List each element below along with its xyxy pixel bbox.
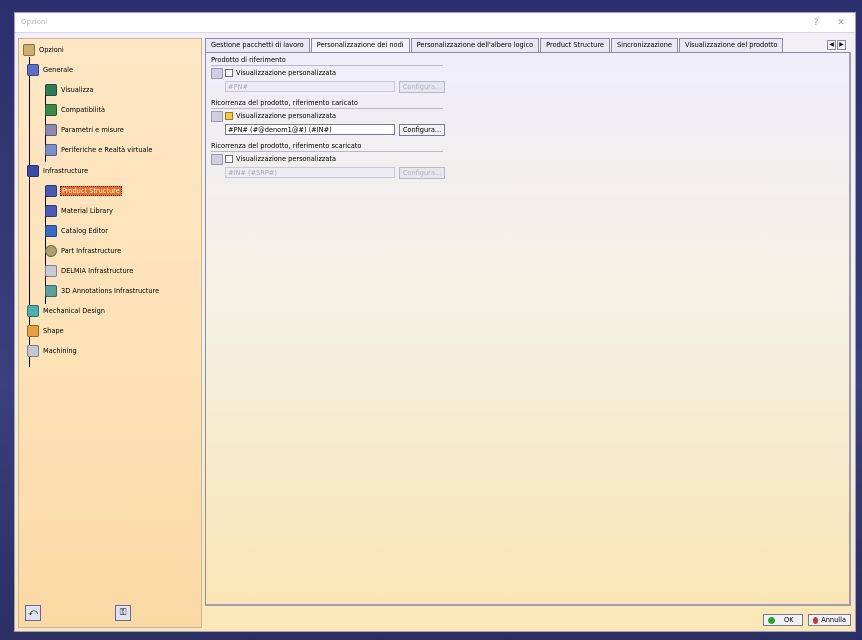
ok-icon: [768, 616, 775, 624]
delmia-icon: [45, 265, 57, 277]
configure-button[interactable]: Configura...: [399, 167, 445, 179]
checkbox-label: Visualizzazione personalizzata: [236, 155, 337, 163]
display-format-field[interactable]: #IN# (#SRP#): [225, 167, 395, 178]
custom-display-checkbox[interactable]: [225, 112, 233, 120]
tab-product-structure[interactable]: Product Structure: [540, 38, 610, 52]
tree-node-label: Visualizza: [61, 86, 94, 94]
material-library-icon: [45, 205, 57, 217]
tree-node-infrastructure[interactable]: Infrastructure: [27, 164, 89, 178]
options-root-icon: [23, 44, 35, 56]
shape-icon: [27, 325, 39, 337]
cancel-icon: [813, 616, 819, 624]
tab-visualizzazione-prodotto[interactable]: Visualizzazione del prodotto: [678, 38, 784, 52]
section-settings-button[interactable]: [211, 111, 223, 122]
tree-node-3d-annotations[interactable]: 3D Annotations Infrastructure: [45, 284, 160, 298]
options-tree: Opzioni Generale Visualizza Compatibilit…: [18, 38, 202, 628]
configure-button[interactable]: Configura...: [399, 124, 445, 136]
tree-node-label: Product Structure: [60, 186, 122, 196]
tree-node-delmia[interactable]: DELMIA Infrastructure: [45, 264, 134, 278]
tree-node-material-library[interactable]: Material Library: [45, 204, 114, 218]
tree-root[interactable]: Opzioni: [23, 43, 65, 57]
tab-panel: Prodotto di riferimento Visualizzazione …: [205, 52, 851, 606]
configure-button[interactable]: Configura...: [399, 81, 445, 93]
tree-node-product-structure[interactable]: Product Structure: [45, 184, 122, 198]
lock-options-icon[interactable]: ⚿: [115, 605, 131, 621]
tab-bar: Gestione pacchetti di lavoro Personalizz…: [205, 38, 784, 52]
tree-node-label: Material Library: [61, 207, 113, 215]
section-riferimento-scaricato: Ricorrenza del prodotto, riferimento sca…: [211, 142, 451, 182]
tree-node-label: Part Infrastructure: [61, 247, 122, 255]
tab-scroll-right[interactable]: ▶: [837, 40, 846, 50]
tab-gestione-pacchetti[interactable]: Gestione pacchetti di lavoro: [205, 38, 310, 52]
tree-node-label: Generale: [43, 66, 74, 74]
parameters-icon: [45, 124, 57, 136]
display-icon: [45, 84, 57, 96]
tree-node-label: Machining: [43, 347, 77, 355]
window-title: Opzioni: [21, 18, 48, 26]
catalog-editor-icon: [45, 225, 57, 237]
options-dialog: Opzioni ? ✕ Opzioni Generale Visualizza …: [14, 12, 856, 632]
annotations-icon: [45, 285, 57, 297]
tree-node-generale[interactable]: Generale: [27, 63, 74, 77]
section-prodotto-riferimento: Prodotto di riferimento Visualizzazione …: [211, 56, 451, 96]
tree-node-part-infrastructure[interactable]: Part Infrastructure: [45, 244, 122, 258]
part-infrastructure-icon: [45, 245, 57, 257]
cancel-label: Annulla: [821, 616, 846, 624]
tab-sincronizzazione[interactable]: Sincronizzazione: [610, 38, 678, 52]
tree-node-label: 3D Annotations Infrastructure: [61, 287, 160, 295]
devices-icon: [45, 144, 57, 156]
tree-node-visualizza[interactable]: Visualizza: [45, 83, 94, 97]
tree-node-label: Parametri e misure: [61, 126, 124, 134]
tree-node-compatibilita[interactable]: Compatibilità: [45, 103, 106, 117]
general-icon: [27, 64, 39, 76]
tree-root-label: Opzioni: [39, 46, 64, 54]
tree-node-label: Infrastructure: [43, 167, 89, 175]
tree-node-label: Catalog Editor: [61, 227, 108, 235]
tree-node-machining[interactable]: Machining: [27, 344, 78, 358]
checkbox-label: Visualizzazione personalizzata: [236, 112, 337, 120]
display-format-field[interactable]: #PN#: [225, 81, 395, 92]
tree-node-shape[interactable]: Shape: [27, 324, 65, 338]
section-title: Prodotto di riferimento: [211, 56, 286, 64]
title-bar: Opzioni ? ✕: [15, 13, 855, 33]
tree-node-mechanical-design[interactable]: Mechanical Design: [27, 304, 106, 318]
tree-node-catalog-editor[interactable]: Catalog Editor: [45, 224, 109, 238]
help-button[interactable]: ?: [809, 16, 823, 30]
cancel-button[interactable]: Annulla: [808, 614, 851, 626]
product-structure-icon: [45, 185, 57, 197]
machining-icon: [27, 345, 39, 357]
section-title: Ricorrenza del prodotto, riferimento car…: [211, 99, 358, 107]
section-riferimento-caricato: Ricorrenza del prodotto, riferimento car…: [211, 99, 451, 139]
tree-node-label: Shape: [43, 327, 64, 335]
tree-node-label: Periferiche e Realtà virtuale: [61, 146, 153, 154]
ok-label: OK: [784, 616, 794, 624]
tab-personalizzazione-nodi[interactable]: Personalizzazione dei nodi: [310, 38, 410, 52]
checkbox-label: Visualizzazione personalizzata: [236, 69, 337, 77]
section-settings-button[interactable]: [211, 68, 223, 79]
section-title: Ricorrenza del prodotto, riferimento sca…: [211, 142, 362, 150]
tab-personalizzazione-albero[interactable]: Personalizzazione dell'albero logico: [410, 38, 540, 52]
tree-node-label: DELMIA Infrastructure: [61, 267, 134, 275]
custom-display-checkbox[interactable]: [225, 155, 233, 163]
ok-button[interactable]: OK: [763, 614, 803, 626]
mechanical-design-icon: [27, 305, 39, 317]
options-content: Gestione pacchetti di lavoro Personalizz…: [205, 38, 851, 606]
tree-node-parametri[interactable]: Parametri e misure: [45, 123, 125, 137]
compatibility-icon: [45, 104, 57, 116]
tree-node-periferiche[interactable]: Periferiche e Realtà virtuale: [45, 143, 153, 157]
custom-display-checkbox[interactable]: [225, 69, 233, 77]
reset-options-icon[interactable]: ⤺: [25, 605, 41, 621]
infrastructure-icon: [27, 165, 39, 177]
tab-scroll-left[interactable]: ◀: [827, 40, 836, 50]
tree-node-label: Mechanical Design: [43, 307, 105, 315]
display-format-field[interactable]: #PN# (#@denom1@#) (#IN#): [225, 124, 395, 135]
close-button[interactable]: ✕: [834, 16, 848, 30]
tree-node-label: Compatibilità: [61, 106, 106, 114]
section-settings-button[interactable]: [211, 154, 223, 165]
